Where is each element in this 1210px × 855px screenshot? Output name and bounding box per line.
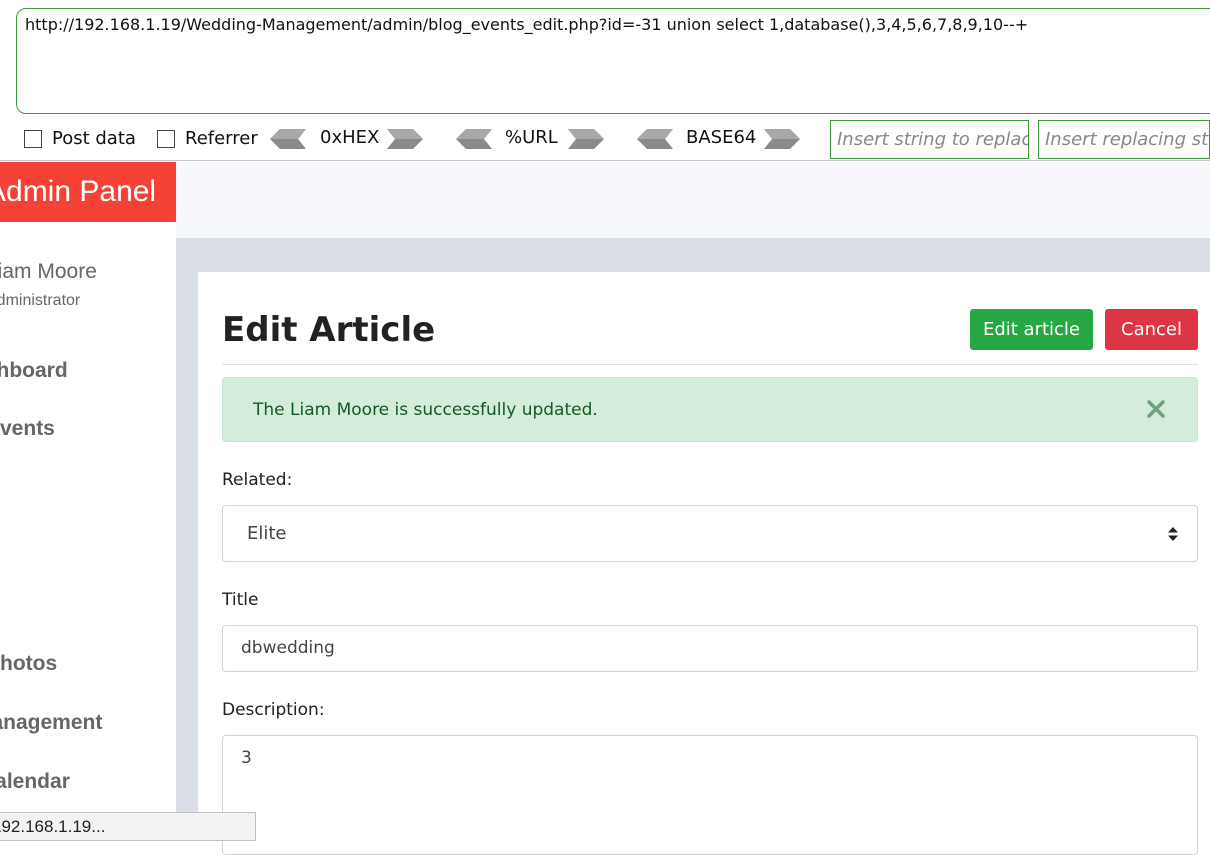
url-label: %URL xyxy=(505,127,558,148)
description-label: Description: xyxy=(222,700,325,720)
hex-label: 0xHEX xyxy=(320,127,380,148)
referrer-checkbox[interactable] xyxy=(157,130,175,148)
top-navbar xyxy=(176,162,1210,238)
replacing-string-input[interactable]: Insert replacing string xyxy=(1038,120,1210,159)
url-textarea[interactable]: http://192.168.1.19/Wedding-Management/a… xyxy=(16,8,1210,114)
title-label: Title xyxy=(222,590,259,610)
related-label: Related: xyxy=(222,470,293,490)
sidebar-item-management[interactable]: Management xyxy=(0,711,102,735)
post-data-label: Post data xyxy=(52,128,136,149)
user-role: Administrator xyxy=(0,292,81,309)
user-name: Liam Moore xyxy=(0,260,97,283)
base64-decode-arrow-icon[interactable] xyxy=(637,129,673,149)
base64-label: BASE64 xyxy=(686,127,757,148)
hackbar-toolbar: http://192.168.1.19/Wedding-Management/a… xyxy=(0,0,1210,161)
sidebar-item-photos[interactable]: Photos xyxy=(0,652,57,676)
url-decode-arrow-icon[interactable] xyxy=(456,129,492,149)
sidebar-item-events[interactable]: Events xyxy=(0,417,55,441)
edit-article-card: Edit Article Edit article Cancel The Lia… xyxy=(198,272,1210,855)
edit-article-button[interactable]: Edit article xyxy=(970,309,1093,350)
status-bar-url: 192.168.1.19... xyxy=(0,812,256,841)
close-icon[interactable] xyxy=(1145,398,1167,420)
title-input[interactable]: dbwedding xyxy=(222,625,1198,672)
replace-string-input[interactable]: Insert string to replace xyxy=(830,120,1029,159)
referrer-label: Referrer xyxy=(185,128,258,149)
sidebar-item-dashboard[interactable]: Dashboard xyxy=(0,359,68,383)
hackbar-controls: Post data Referrer 0xHEX %URL BASE64 Ins… xyxy=(0,120,1210,160)
related-select[interactable]: Elite xyxy=(222,505,1198,562)
select-updown-icon xyxy=(1168,527,1178,541)
cancel-button[interactable]: Cancel xyxy=(1105,309,1198,350)
sidebar-item-calendar[interactable]: Calendar xyxy=(0,770,70,794)
sidebar: Liam Moore Administrator Dashboard Event… xyxy=(0,222,176,841)
url-encode-arrow-icon[interactable] xyxy=(568,129,604,149)
alert-message: The Liam Moore is successfully updated. xyxy=(253,400,598,420)
brand-logo[interactable]: Admin Panel xyxy=(0,162,176,222)
hex-decode-arrow-icon[interactable] xyxy=(270,129,306,149)
description-textarea[interactable]: 3 xyxy=(222,735,1198,855)
base64-encode-arrow-icon[interactable] xyxy=(764,129,800,149)
success-alert: The Liam Moore is successfully updated. xyxy=(222,377,1198,442)
post-data-checkbox[interactable] xyxy=(24,130,42,148)
related-selected-value: Elite xyxy=(247,523,287,544)
title-divider xyxy=(222,364,1198,365)
page-title: Edit Article xyxy=(222,310,436,350)
hex-encode-arrow-icon[interactable] xyxy=(387,129,423,149)
